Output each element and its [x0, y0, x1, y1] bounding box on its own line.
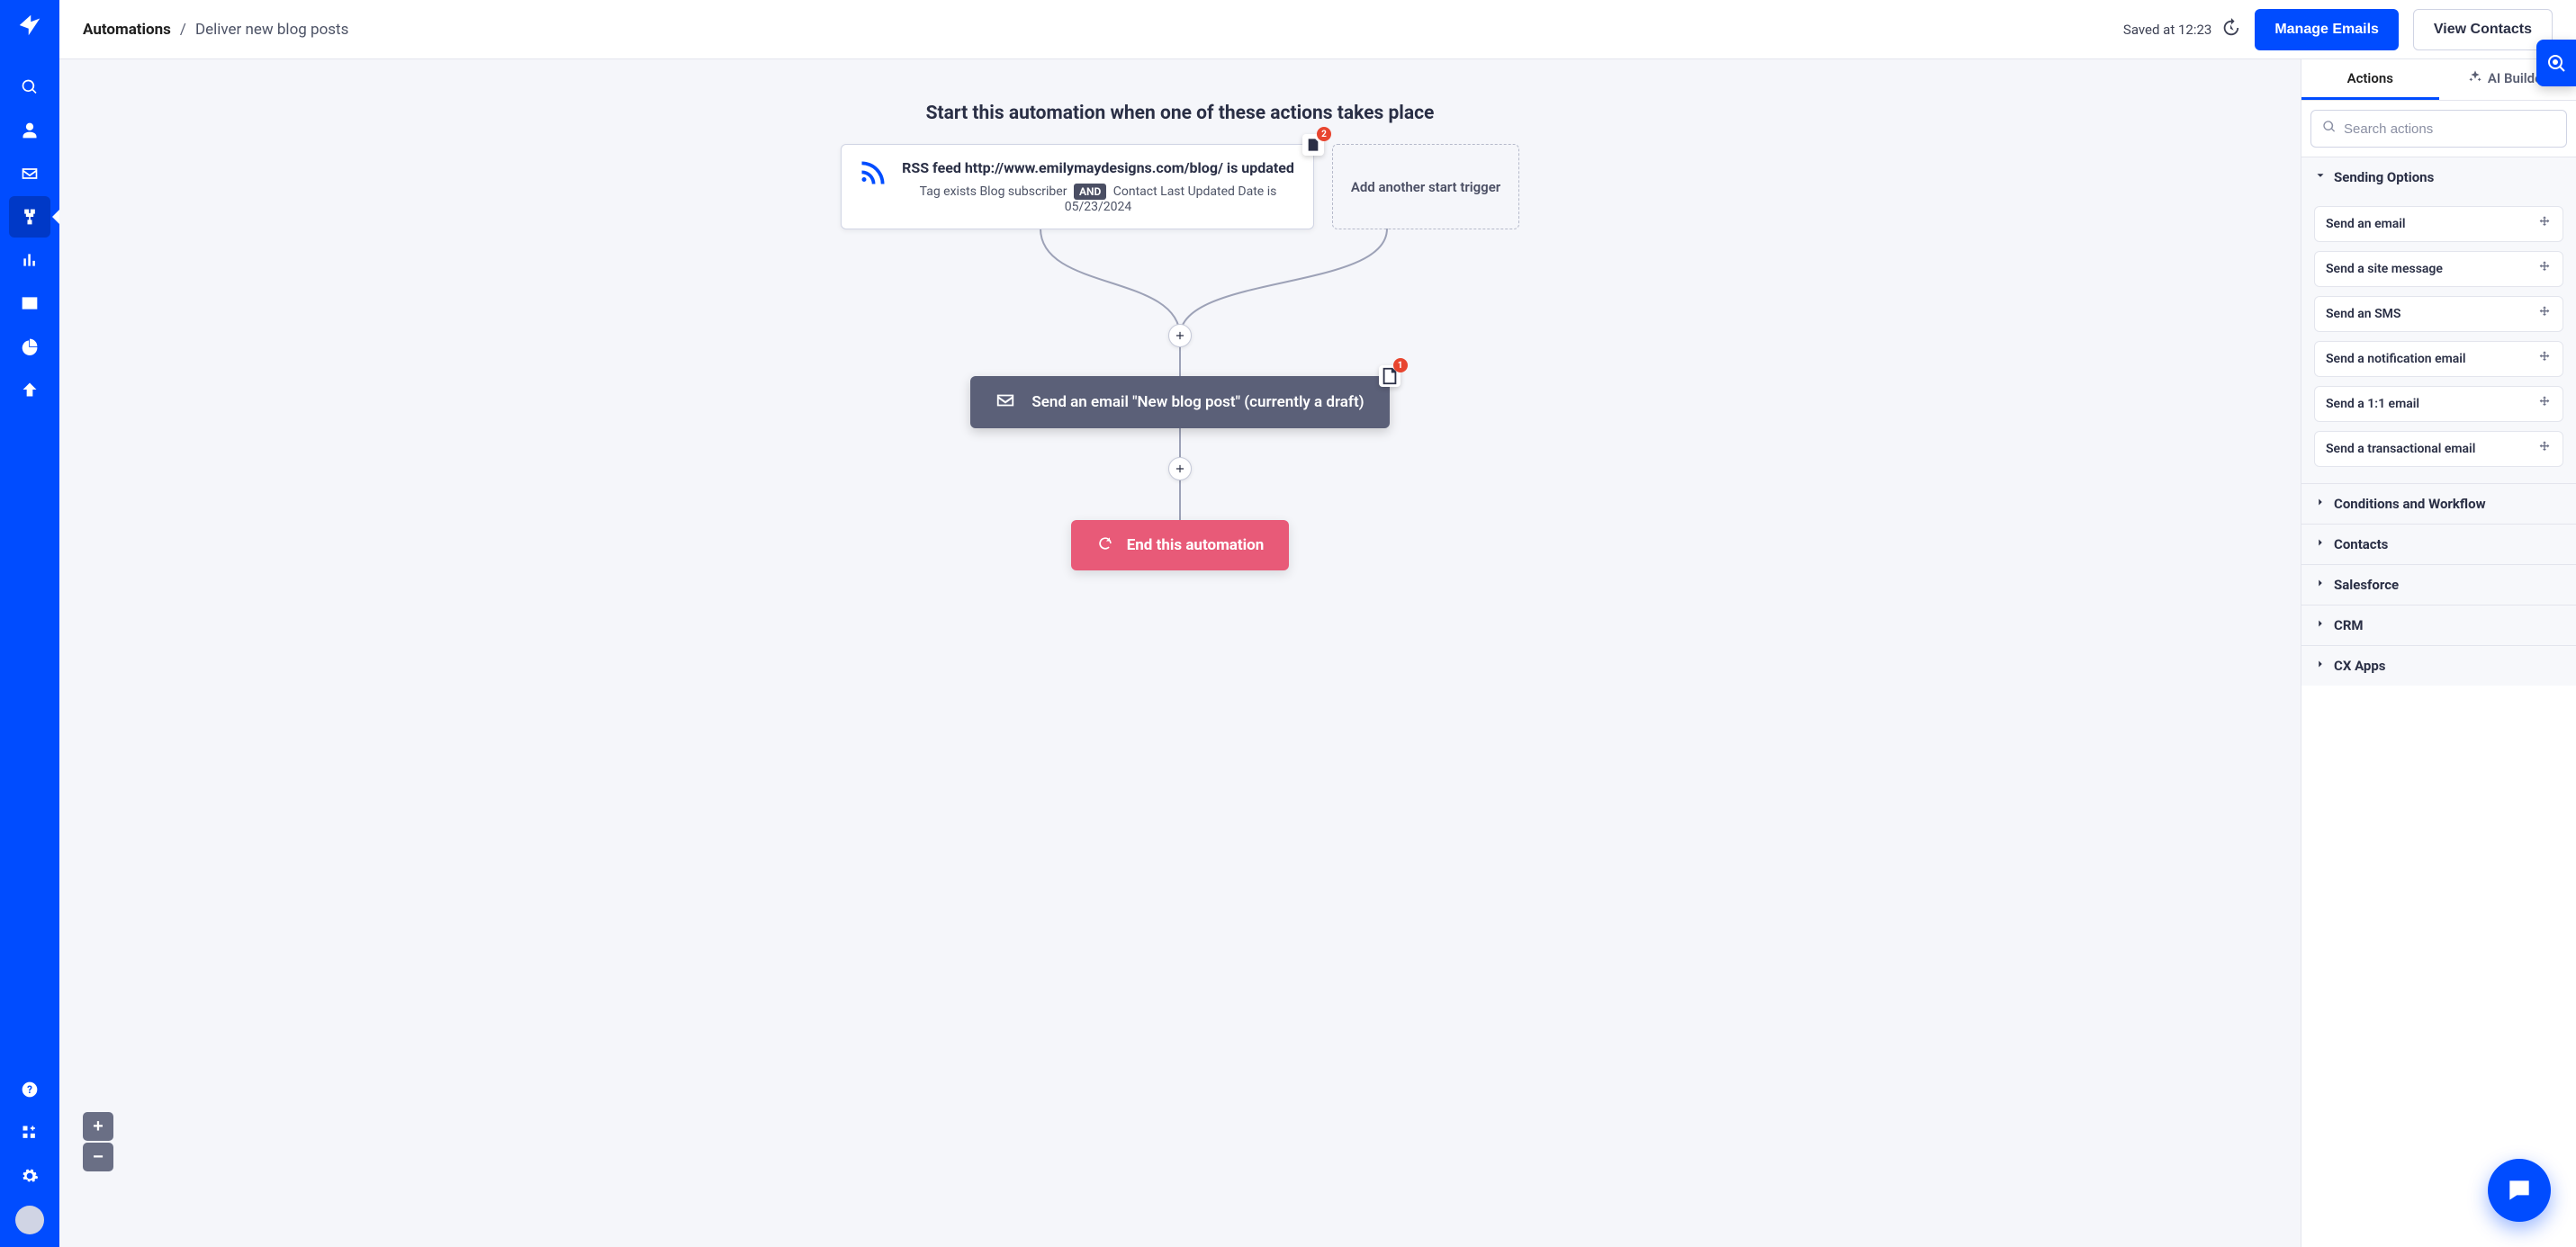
app-logo[interactable]: [14, 9, 46, 41]
move-icon: [2537, 215, 2552, 233]
move-icon: [2537, 395, 2552, 413]
trigger-title: RSS feed http://www.emilymaydesigns.com/…: [901, 159, 1295, 176]
nav-avatar[interactable]: [15, 1206, 44, 1234]
search-actions-input[interactable]: [2344, 121, 2555, 137]
breadcrumb-sep: /: [180, 21, 186, 39]
add-start-trigger[interactable]: Add another start trigger: [1332, 144, 1519, 229]
save-status-text: Saved at 12:23: [2123, 22, 2211, 38]
actions-panel: Actions AI Builder Sending Options: [2301, 59, 2576, 1247]
mail-icon: [995, 390, 1015, 415]
breadcrumb: Automations / Deliver new blog posts: [83, 21, 348, 39]
action-item-label: Send an SMS: [2326, 307, 2400, 321]
section-salesforce[interactable]: Salesforce: [2301, 565, 2576, 605]
email-note-count: 1: [1393, 358, 1408, 372]
rss-icon: [860, 159, 887, 186]
section-sending-options[interactable]: Sending Options: [2301, 157, 2576, 197]
refresh-icon: [1096, 534, 1114, 557]
and-operator: AND: [1074, 184, 1106, 200]
connector-line: [1179, 428, 1181, 457]
send-email-node[interactable]: Send an email "New blog post" (currently…: [970, 376, 1389, 428]
left-nav-rail: [0, 0, 59, 1247]
breadcrumb-root[interactable]: Automations: [83, 21, 171, 39]
move-icon: [2537, 440, 2552, 458]
nav-analytics[interactable]: [9, 326, 50, 367]
trigger-note-badge[interactable]: 2: [1302, 134, 1324, 156]
action-item-label: Send an email: [2326, 217, 2406, 231]
chevron-down-icon: [2314, 169, 2327, 185]
nav-upload[interactable]: [9, 369, 50, 410]
nav-campaigns[interactable]: [9, 153, 50, 194]
nav-settings[interactable]: [9, 1155, 50, 1197]
tab-actions[interactable]: Actions: [2301, 59, 2439, 100]
nav-search[interactable]: [9, 67, 50, 108]
action-send-notification-email[interactable]: Send a notification email: [2314, 341, 2563, 377]
end-automation-label: End this automation: [1127, 536, 1265, 554]
action-send-transactional-email[interactable]: Send a transactional email: [2314, 431, 2563, 467]
spotlight-button[interactable]: [2536, 40, 2576, 86]
chevron-right-icon: [2314, 536, 2327, 552]
section-sending-label: Sending Options: [2334, 169, 2434, 185]
zoom-controls: + −: [83, 1112, 113, 1171]
add-action-node-1[interactable]: [1168, 324, 1192, 347]
zoom-in-button[interactable]: +: [83, 1112, 113, 1141]
start-heading: Start this automation when one of these …: [926, 103, 1435, 124]
search-icon: [2322, 120, 2337, 138]
section-conditions-label: Conditions and Workflow: [2334, 496, 2486, 512]
trigger-note-count: 2: [1317, 127, 1331, 141]
save-status: Saved at 12:23: [2123, 18, 2240, 41]
section-conditions-workflow[interactable]: Conditions and Workflow: [2301, 484, 2576, 524]
section-cx-label: CX Apps: [2334, 658, 2385, 674]
move-icon: [2537, 350, 2552, 368]
nav-apps[interactable]: [9, 1112, 50, 1153]
topbar: Automations / Deliver new blog posts Sav…: [59, 0, 2576, 59]
chevron-right-icon: [2314, 658, 2327, 674]
chevron-right-icon: [2314, 617, 2327, 633]
trigger-conditions: Tag exists Blog subscriber AND Contact L…: [901, 184, 1295, 214]
nav-contacts[interactable]: [9, 110, 50, 151]
trigger-condition-pre: Tag exists Blog subscriber: [920, 184, 1067, 199]
nav-automations[interactable]: [9, 196, 50, 238]
section-contacts-label: Contacts: [2334, 536, 2388, 552]
nav-reports[interactable]: [9, 239, 50, 281]
section-crm-label: CRM: [2334, 617, 2364, 633]
section-contacts[interactable]: Contacts: [2301, 525, 2576, 564]
connector-line: [1179, 347, 1181, 376]
sending-options-list: Send an email Send a site message Send a…: [2301, 197, 2576, 483]
section-salesforce-label: Salesforce: [2334, 577, 2399, 593]
chevron-right-icon: [2314, 496, 2327, 512]
search-actions-box[interactable]: [2310, 110, 2567, 148]
history-icon[interactable]: [2220, 18, 2240, 41]
manage-emails-button[interactable]: Manage Emails: [2255, 9, 2399, 50]
chevron-right-icon: [2314, 577, 2327, 593]
move-icon: [2537, 305, 2552, 323]
nav-site[interactable]: [9, 283, 50, 324]
nav-help[interactable]: [9, 1069, 50, 1110]
automation-canvas[interactable]: Start this automation when one of these …: [59, 59, 2301, 1247]
connector-lines: [887, 229, 1473, 336]
end-automation-node[interactable]: End this automation: [1071, 520, 1290, 570]
connector-line: [1179, 480, 1181, 520]
action-send-sms[interactable]: Send an SMS: [2314, 296, 2563, 332]
action-item-label: Send a 1:1 email: [2326, 397, 2419, 411]
section-cx-apps[interactable]: CX Apps: [2301, 646, 2576, 686]
zoom-out-button[interactable]: −: [83, 1143, 113, 1171]
action-item-label: Send a transactional email: [2326, 442, 2475, 456]
chat-button[interactable]: [2488, 1159, 2551, 1222]
breadcrumb-current: Deliver new blog posts: [195, 21, 348, 39]
view-contacts-button[interactable]: View Contacts: [2413, 9, 2553, 50]
sparkle-icon: [2468, 69, 2482, 87]
send-email-label: Send an email "New blog post" (currently…: [1031, 393, 1364, 411]
action-send-email[interactable]: Send an email: [2314, 206, 2563, 242]
action-item-label: Send a site message: [2326, 262, 2443, 276]
add-action-node-2[interactable]: [1168, 457, 1192, 480]
action-send-1-1-email[interactable]: Send a 1:1 email: [2314, 386, 2563, 422]
section-crm[interactable]: CRM: [2301, 606, 2576, 645]
email-note-badge[interactable]: 1: [1379, 365, 1401, 387]
start-trigger-card[interactable]: RSS feed http://www.emilymaydesigns.com/…: [841, 144, 1314, 229]
action-item-label: Send a notification email: [2326, 352, 2466, 366]
move-icon: [2537, 260, 2552, 278]
action-send-site-message[interactable]: Send a site message: [2314, 251, 2563, 287]
